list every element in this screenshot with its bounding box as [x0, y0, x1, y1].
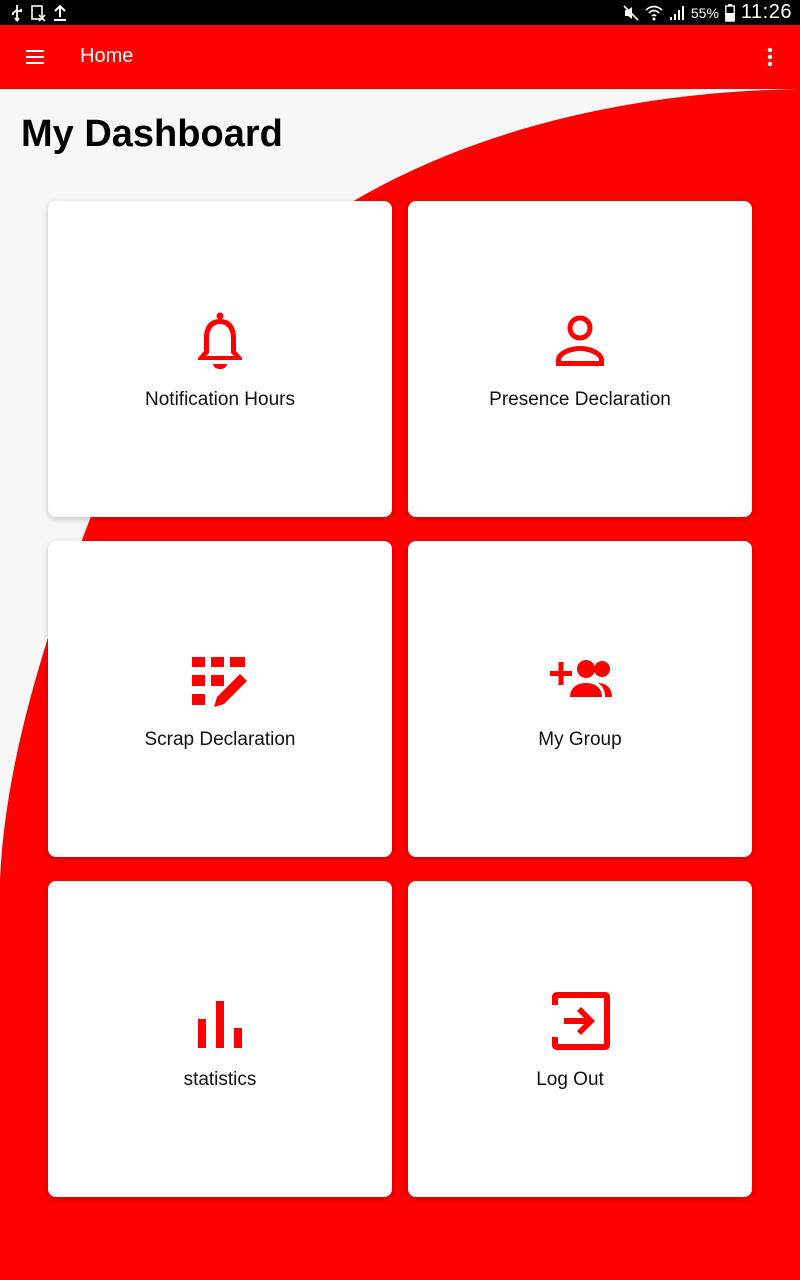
battery-percent: 55%	[690, 4, 719, 21]
card-label: statistics	[183, 1069, 257, 1090]
statistics-card[interactable]: statistics	[48, 881, 392, 1197]
presence-declaration-card[interactable]: Presence Declaration	[408, 201, 752, 517]
status-bar: 55% 11:26	[0, 0, 800, 25]
grid-edit-icon	[192, 657, 247, 707]
group-add-icon	[550, 660, 612, 697]
bell-icon	[198, 312, 242, 369]
card-label: Presence Declaration	[489, 389, 671, 410]
card-label: Scrap Declaration	[144, 729, 296, 750]
scrap-declaration-card[interactable]: Scrap Declaration	[48, 541, 392, 857]
status-left-icons	[10, 0, 68, 25]
card-label: My Group	[538, 729, 622, 750]
page-title: My Dashboard	[21, 113, 283, 155]
upload-icon	[54, 4, 66, 21]
notification-hours-card[interactable]: Notification Hours	[48, 201, 392, 517]
mute-icon	[623, 4, 639, 21]
app-bar-title: Home	[80, 45, 134, 67]
my-group-card[interactable]: My Group	[408, 541, 752, 857]
hamburger-icon	[26, 50, 44, 64]
bar-chart-icon	[198, 1001, 242, 1048]
card-label: Log Out	[536, 1069, 604, 1090]
wifi-icon	[645, 5, 663, 20]
card-label: Notification Hours	[145, 389, 295, 410]
usb-icon	[12, 4, 22, 21]
battery-icon	[725, 3, 735, 22]
menu-button[interactable]	[24, 47, 48, 67]
person-icon	[556, 315, 604, 366]
sim-off-icon	[31, 4, 46, 22]
more-vertical-icon	[767, 47, 773, 67]
clock: 11:26	[740, 1, 792, 23]
app-bar: Home	[0, 25, 800, 89]
log-out-card[interactable]: Log Out	[408, 881, 752, 1197]
signal-icon	[669, 5, 684, 20]
overflow-menu-button[interactable]	[762, 45, 778, 69]
exit-icon	[552, 992, 610, 1050]
status-right-icons: 55% 11:26	[623, 0, 792, 25]
